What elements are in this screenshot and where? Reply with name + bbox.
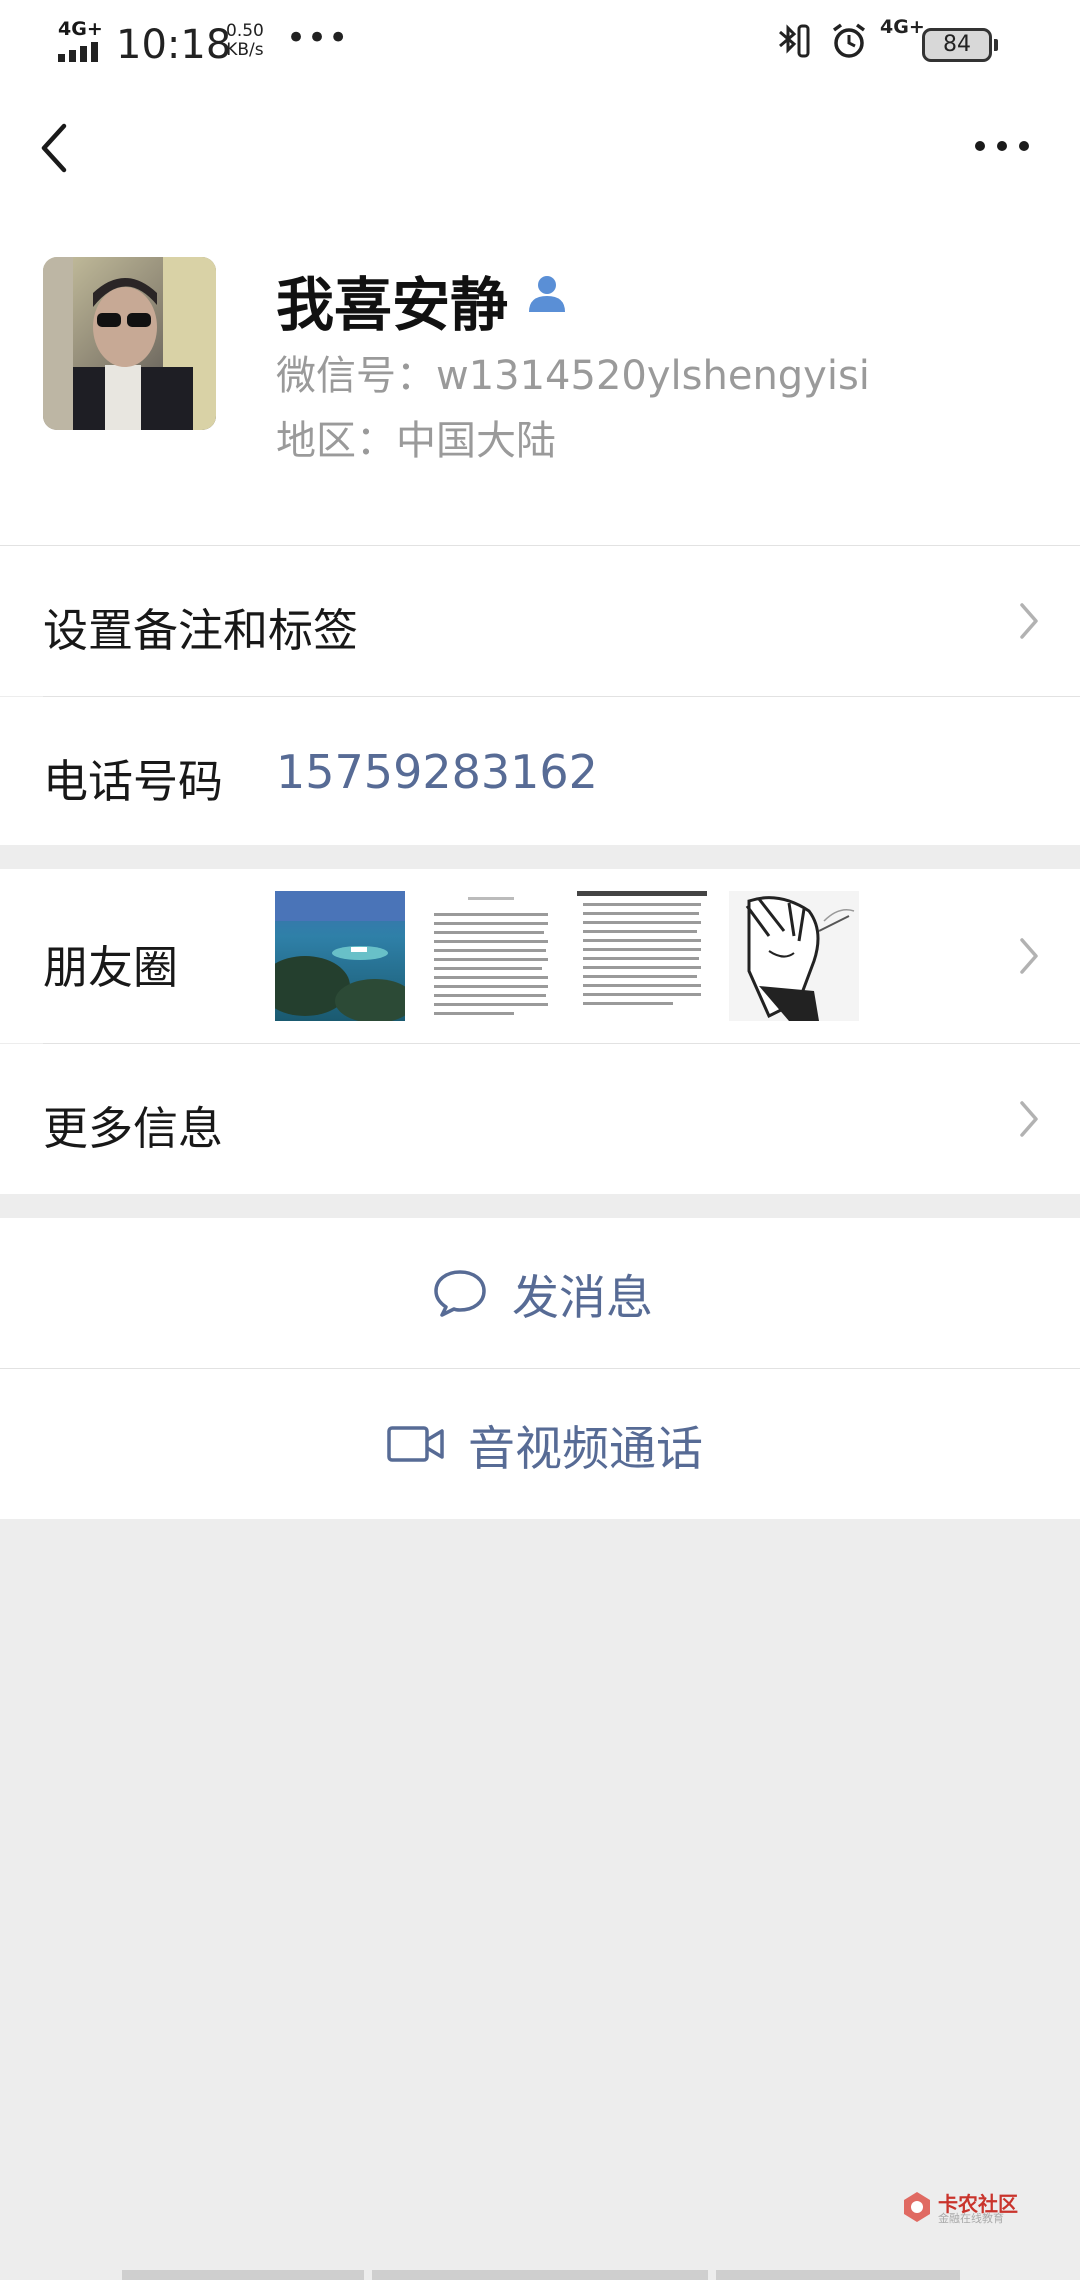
send-message-content: 发消息 <box>432 1218 653 1368</box>
status-right: 4G+ 84 <box>772 16 1022 68</box>
phone-row: 电话号码 15759283162 <box>0 697 1080 845</box>
moments-label: 朋友圈 <box>43 941 179 994</box>
phone-number[interactable]: 15759283162 <box>276 745 598 799</box>
moment-thumbnail-article-2[interactable] <box>577 891 707 1021</box>
watermark: 卡农社区 金融在线教育 <box>900 2188 1030 2228</box>
video-camera-icon <box>387 1426 444 1462</box>
network-type-right: 4G+ <box>880 16 925 38</box>
moment-thumbnail-article-1[interactable] <box>426 891 556 1021</box>
remark-label: 设置备注和标签 <box>43 604 359 657</box>
status-time: 10:18 <box>116 22 232 68</box>
watermark-subtitle: 金融在线教育 <box>938 2212 1004 2225</box>
nav-bar-segment <box>122 2270 364 2280</box>
network-type-left: 4G+ <box>58 18 103 40</box>
profile-name: 我喜安静 <box>276 271 509 339</box>
battery-icon: 84 <box>922 28 998 62</box>
speed-unit: KB/s <box>226 40 264 60</box>
alarm-icon <box>832 23 866 58</box>
more-info-row[interactable]: 更多信息 <box>0 1044 1080 1194</box>
video-call-content: 音视频通话 <box>386 1369 703 1519</box>
status-bar: 4G+ 10:18 0.50 KB/s ••• 4G+ 84 <box>0 0 1080 82</box>
chevron-right-icon <box>1020 603 1038 639</box>
chat-bubble-icon <box>434 1270 486 1317</box>
speed-value: 0.50 <box>226 21 264 41</box>
chevron-right-icon <box>1020 938 1038 974</box>
send-message-button[interactable]: 发消息 <box>0 1218 1080 1368</box>
nav-bar-segment <box>716 2270 960 2280</box>
remark-and-tags-row[interactable]: 设置备注和标签 <box>0 546 1080 696</box>
chevron-right-icon <box>1020 1101 1038 1137</box>
voice-video-call-button[interactable]: 音视频通话 <box>0 1369 1080 1519</box>
watermark-logo <box>904 2192 930 2222</box>
back-arrow-icon[interactable] <box>38 120 72 176</box>
nav-bar-segment <box>372 2270 708 2280</box>
status-overflow-icon: ••• <box>286 18 350 58</box>
region: 地区：中国大陆 <box>276 418 556 464</box>
profile-header: 4G+ 10:18 0.50 KB/s ••• 4G+ 84 我喜安静 微信号：… <box>0 0 1080 545</box>
phone-label: 电话号码 <box>43 755 224 808</box>
network-speed: 0.50 KB/s <box>226 22 264 60</box>
wechat-id: 微信号：w1314520ylshengyisi <box>276 353 870 399</box>
person-icon <box>529 276 565 312</box>
voice-video-call-label: 音视频通话 <box>468 1421 703 1477</box>
moment-thumbnail-illustration[interactable] <box>729 891 859 1021</box>
bluetooth-icon <box>779 24 810 58</box>
send-message-label: 发消息 <box>512 1270 653 1326</box>
avatar[interactable] <box>43 257 216 430</box>
more-info-label: 更多信息 <box>43 1102 224 1155</box>
signal-icon <box>58 42 106 62</box>
more-options-icon[interactable] <box>974 134 1030 158</box>
moment-thumbnail-ocean[interactable] <box>275 891 405 1021</box>
